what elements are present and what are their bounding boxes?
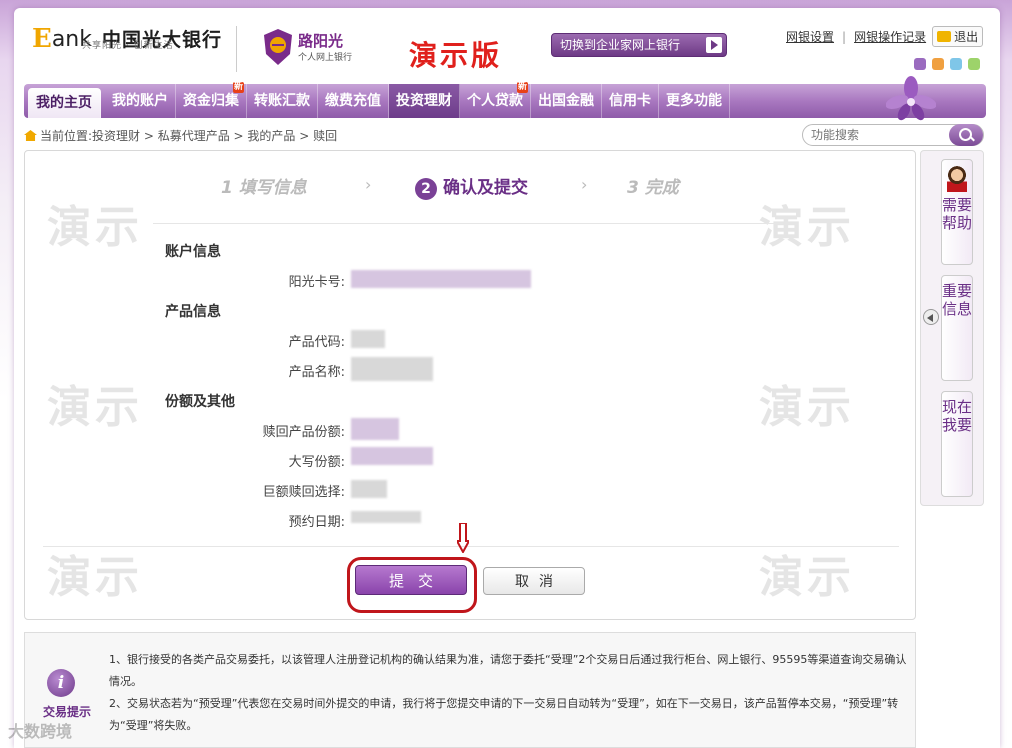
flower-logo-icon (886, 76, 936, 121)
info-icon: i (47, 669, 75, 697)
service-avatar-icon (947, 166, 967, 192)
demo-watermark: 演示 (759, 382, 855, 433)
main-nav: 我的主页 我的账户 资金归集新 转账汇款 缴费充值 投资理财 个人贷款新 出国金… (24, 76, 986, 121)
nav-item-loan[interactable]: 个人贷款新 (460, 82, 531, 118)
new-badge: 新 (516, 82, 528, 93)
collapse-arrow-icon[interactable] (923, 309, 939, 325)
need-help-tab[interactable]: 需要帮助 (941, 159, 973, 265)
field-label-product-name: 产品名称: (288, 365, 345, 380)
theme-swatches (914, 58, 986, 70)
tip-line-2: 2、交易状态若为“预受理”代表您在交易时间外提交的申请，我行将于您提交申请的下一… (109, 697, 899, 732)
section-share-other: 份额及其他 (165, 394, 235, 410)
cancel-button[interactable]: 取消 (483, 567, 585, 595)
field-label-redeem-share: 赎回产品份额: (262, 425, 345, 440)
step-fill-info: 1 填写信息 (221, 178, 307, 198)
header-divider (236, 26, 237, 72)
chevron-right-icon: › (581, 175, 588, 194)
want-now-tab[interactable]: 现在我要 (941, 391, 973, 497)
section-product-info: 产品信息 (165, 304, 221, 320)
field-label-card: 阳光卡号: (288, 275, 345, 290)
new-badge: 新 (232, 82, 244, 93)
top-links: 网银设置 | 网银操作记录 退出 (786, 26, 984, 47)
demo-watermark: 演示 (759, 552, 855, 603)
nav-item-fund-collect[interactable]: 资金归集新 (176, 82, 247, 118)
nav-item-more[interactable]: 更多功能 (659, 84, 730, 118)
sunshine-sub: 个人网上银行 (298, 53, 353, 63)
nav-item-credit-card[interactable]: 信用卡 (602, 84, 659, 118)
page-frame: E ank 中国光大银行 共享阳光 · 创新生活 路阳光 个人网上银行 演示版 … (14, 8, 1000, 748)
search-input[interactable] (803, 125, 943, 145)
theme-swatch-green[interactable] (968, 58, 980, 70)
nav-item-investment[interactable]: 投资理财 (389, 84, 460, 118)
theme-swatch-orange[interactable] (932, 58, 944, 70)
ebank-settings-link[interactable]: 网银设置 (786, 28, 834, 45)
nav-item-accounts[interactable]: 我的账户 (105, 84, 176, 118)
nav-item-overseas[interactable]: 出国金融 (531, 84, 602, 118)
reserve-date-value (351, 511, 421, 523)
side-panel: 需要帮助 重要信息 现在我要 (920, 150, 984, 506)
demo-watermark: 演示 (47, 552, 143, 603)
function-search (802, 124, 984, 146)
submit-button[interactable]: 提交 (355, 565, 467, 595)
product-name-value (351, 357, 433, 381)
field-label-reserve-date: 预约日期: (288, 515, 345, 530)
step-indicator: 1 填写信息 › 2 确认及提交 › 3 完成 (25, 173, 915, 203)
nav-item-payment[interactable]: 缴费充值 (318, 84, 389, 118)
step-done: 3 完成 (627, 178, 679, 198)
theme-swatch-blue[interactable] (950, 58, 962, 70)
folder-icon (937, 31, 952, 42)
important-info-tab[interactable]: 重要信息 (941, 275, 973, 381)
breadcrumb: 当前位置: 投资理财 > 私募代理产品 > 我的产品 > 赎回 (24, 127, 337, 144)
section-account-info: 账户信息 (165, 244, 221, 260)
corner-watermark: 大数跨境 (8, 722, 73, 741)
logout-button[interactable]: 退出 (932, 26, 984, 47)
home-icon (24, 130, 37, 141)
large-redeem-value (351, 480, 387, 498)
tip-line-1: 1、银行接受的各类产品交易委托，以该管理人注册登记机构的确认结果为准，请您于委托… (109, 653, 907, 688)
share-upper-value (351, 447, 433, 465)
ebank-records-link[interactable]: 网银操作记录 (854, 28, 926, 45)
transaction-tips: i 交易提示 1、银行接受的各类产品交易委托，以该管理人注册登记机构的确认结果为… (24, 632, 916, 748)
slogan: 共享阳光 · 创新生活 (82, 41, 174, 51)
tips-text: 1、银行接受的各类产品交易委托，以该管理人注册登记机构的确认结果为准，请您于委托… (109, 649, 909, 737)
demo-title: 演示版 (409, 39, 503, 72)
down-arrow-icon (457, 523, 469, 553)
search-button[interactable] (949, 124, 983, 146)
nav-item-transfer[interactable]: 转账汇款 (247, 84, 318, 118)
field-label-share-upper: 大写份额: (288, 455, 345, 470)
field-label-product-code: 产品代码: (288, 335, 345, 350)
divider (153, 223, 783, 224)
sunshine-name: 路阳光 (298, 32, 344, 50)
play-arrow-icon (706, 37, 722, 53)
field-label-large-redeem: 巨额赎回选择: (262, 485, 345, 500)
breadcrumb-path[interactable]: 投资理财 > 私募代理产品 > 我的产品 > 赎回 (92, 127, 337, 144)
card-number-value (351, 270, 531, 288)
theme-swatch-purple[interactable] (914, 58, 926, 70)
sunshine-emblem-icon (264, 29, 292, 65)
redeem-form-panel: 演示 演示 演示 演示 演示 演示 1 填写信息 › 2 确认及提交 › 3 完成… (24, 150, 916, 620)
switch-enterprise-button[interactable]: 切换到企业家网上银行 (551, 33, 727, 57)
chevron-right-icon: › (365, 175, 372, 194)
divider (43, 546, 899, 547)
redeem-share-value (351, 418, 399, 440)
step-confirm: 2 确认及提交 (415, 173, 528, 200)
demo-watermark: 演示 (47, 382, 143, 433)
product-code-value (351, 330, 385, 348)
nav-item-home[interactable]: 我的主页 (28, 88, 101, 118)
